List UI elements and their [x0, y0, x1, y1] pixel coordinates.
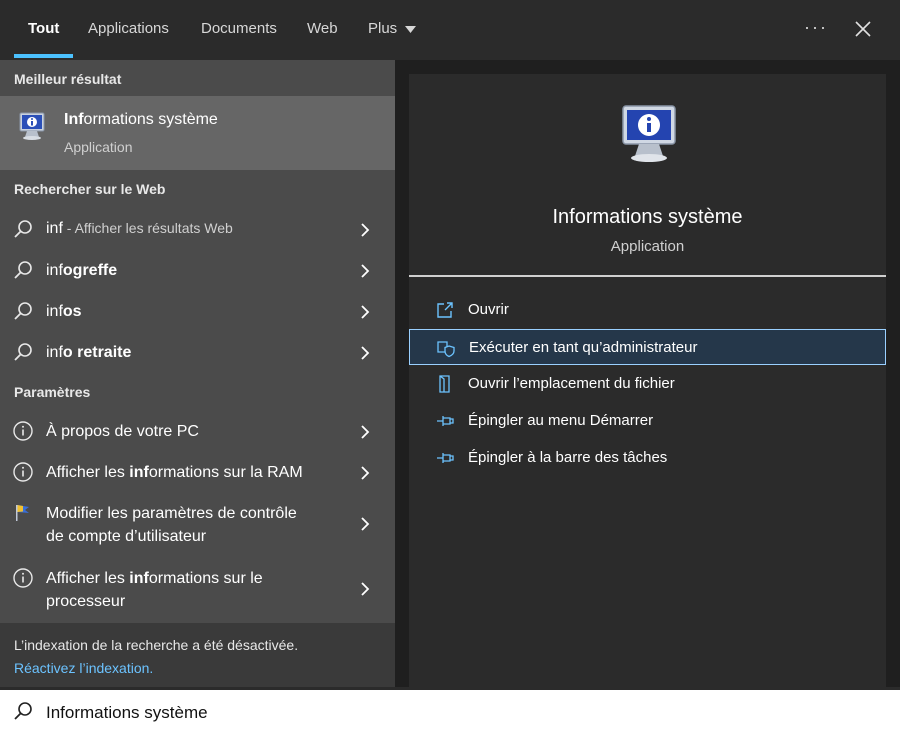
web-result-item[interactable]: info retraite	[0, 337, 395, 369]
chevron-right-icon	[361, 425, 370, 439]
web-result-completion: os	[62, 303, 82, 320]
action-label: Épingler à la barre des tâches	[468, 449, 668, 466]
label-line: de compte d’utilisateur	[46, 528, 207, 545]
web-result-item[interactable]: infos	[0, 296, 395, 328]
web-result-hint: - Afficher les résultats Web	[62, 220, 233, 236]
chevron-right-icon	[361, 264, 370, 278]
chevron-right-icon	[361, 305, 370, 319]
info-icon	[13, 462, 33, 482]
action-open-file-location[interactable]: Ouvrir l’emplacement du fichier	[409, 366, 886, 402]
chevron-right-icon	[361, 582, 370, 596]
close-icon	[855, 21, 871, 37]
close-button[interactable]	[848, 14, 878, 44]
label-line: Afficher les informations sur le	[46, 567, 263, 590]
open-icon	[437, 302, 453, 318]
tab-applications[interactable]: Applications	[88, 0, 169, 60]
search-icon	[14, 343, 32, 361]
app-type: Application	[610, 238, 685, 255]
chevron-right-icon	[361, 223, 370, 237]
web-result-label: info retraite	[46, 341, 131, 364]
web-result-item[interactable]: inf - Afficher les résultats Web	[0, 214, 395, 246]
best-match-subtitle: Application	[64, 139, 133, 155]
tab-more[interactable]: Plus	[368, 0, 417, 60]
preview-panel: Informations système Application Ouvrir …	[395, 60, 900, 687]
chevron-right-icon	[361, 346, 370, 360]
settings-item-ram-info[interactable]: Afficher les informations sur la RAM	[0, 457, 395, 493]
settings-item-label: À propos de votre PC	[46, 423, 199, 440]
file-location-icon	[439, 375, 450, 393]
best-match-title-match: Inf	[64, 111, 84, 128]
label-part: ormations sur le	[148, 570, 263, 587]
action-open[interactable]: Ouvrir	[409, 292, 886, 328]
web-result-query: inf	[46, 344, 63, 361]
web-result-query: inf	[46, 220, 63, 237]
shield-icon	[437, 341, 455, 358]
pin-icon	[437, 416, 454, 426]
tab-more-label: Plus	[368, 20, 398, 37]
uac-flag-icon	[16, 505, 29, 521]
chevron-right-icon	[361, 517, 370, 531]
action-label: Exécuter en tant qu’administrateur	[469, 339, 698, 356]
indexing-disabled-text: L’indexation de la recherche a été désac…	[14, 637, 299, 653]
web-result-label: infos	[46, 300, 82, 323]
pin-icon	[437, 453, 454, 463]
app-title: Informations système	[552, 206, 743, 228]
action-label: Ouvrir l’emplacement du fichier	[468, 375, 675, 392]
info-icon	[13, 568, 33, 588]
chevron-right-icon	[361, 466, 370, 480]
tab-web[interactable]: Web	[307, 0, 338, 60]
web-result-query: inf	[46, 303, 63, 320]
best-match-header: Meilleur résultat	[14, 71, 122, 87]
action-run-as-admin[interactable]: Exécuter en tant qu’administrateur	[409, 329, 886, 365]
settings-item-about-pc[interactable]: À propos de votre PC	[0, 416, 395, 452]
web-result-item[interactable]: infogreffe	[0, 255, 395, 287]
reenable-indexing-link[interactable]: Réactivez l’indexation.	[14, 660, 153, 676]
web-result-query: inf	[46, 262, 63, 279]
search-icon	[14, 702, 32, 720]
settings-header: Paramètres	[14, 384, 91, 400]
search-icon	[14, 302, 32, 320]
web-result-completion: ogreffe	[62, 262, 118, 279]
settings-item-processor-info[interactable]: Afficher les informations sur le processe…	[0, 565, 395, 617]
search-icon	[14, 220, 32, 238]
settings-item-label: Afficher les informations sur le processe…	[46, 567, 263, 613]
search-icon	[14, 261, 32, 279]
system-info-icon	[622, 105, 676, 162]
best-match-item[interactable]: Informations système Application	[0, 96, 395, 170]
search-box	[0, 687, 900, 734]
action-pin-to-start[interactable]: Épingler au menu Démarrer	[409, 403, 886, 439]
indexing-notice: L’indexation de la recherche a été désac…	[0, 623, 395, 687]
action-label: Épingler au menu Démarrer	[468, 412, 654, 429]
best-match-title: Informations système	[64, 111, 218, 129]
label-match: inf	[129, 464, 149, 481]
action-label: Ouvrir	[468, 301, 509, 318]
web-search-header: Rechercher sur le Web	[14, 181, 166, 197]
app-preview-card: Informations système Application Ouvrir …	[409, 74, 886, 687]
caret-down-icon	[405, 0, 417, 58]
active-tab-indicator	[14, 54, 73, 58]
web-result-completion: o retraite	[62, 344, 132, 361]
label-match: inf	[129, 570, 149, 587]
label-part: Afficher les	[46, 570, 130, 587]
info-icon	[13, 421, 33, 441]
tab-documents[interactable]: Documents	[201, 0, 277, 60]
web-result-label: inf - Afficher les résultats Web	[46, 217, 233, 240]
search-input[interactable]	[44, 696, 868, 730]
settings-item-label: Afficher les informations sur la RAM	[46, 461, 303, 484]
label-line: processeur	[46, 593, 126, 610]
results-panel: Meilleur résultat Informations système A…	[0, 60, 395, 687]
tab-all[interactable]: Tout	[28, 0, 59, 60]
label-line: Modifier les paramètres de contrôle	[46, 505, 297, 522]
settings-item-label: Modifier les paramètres de contrôle de co…	[46, 502, 297, 548]
label-part: Afficher les	[46, 464, 130, 481]
action-pin-to-taskbar[interactable]: Épingler à la barre des tâches	[409, 440, 886, 476]
label-part: ormations sur la RAM	[148, 464, 303, 481]
search-tab-bar: Tout Applications Documents Web Plus ···	[0, 0, 900, 60]
best-match-title-rest: ormations système	[83, 111, 218, 128]
divider	[409, 275, 886, 277]
system-info-icon	[19, 112, 45, 140]
more-options-button[interactable]: ···	[800, 14, 832, 44]
settings-item-uac[interactable]: Modifier les paramètres de contrôle de co…	[0, 500, 395, 552]
web-result-label: infogreffe	[46, 259, 117, 282]
